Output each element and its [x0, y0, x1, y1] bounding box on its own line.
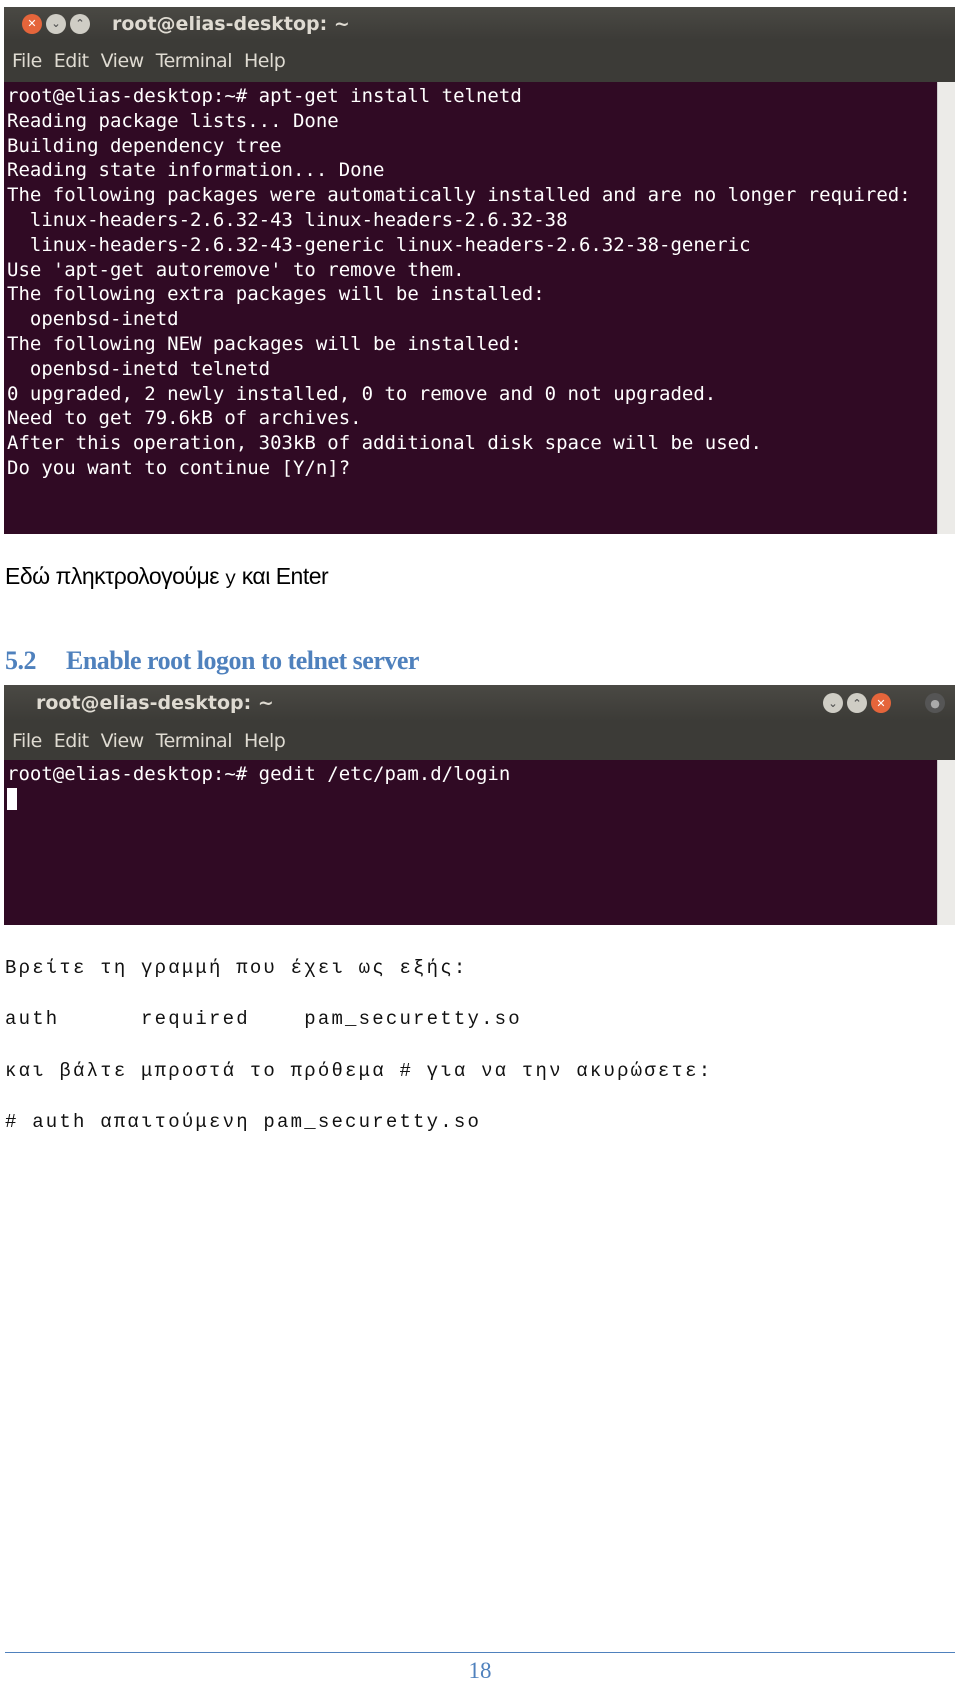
scrollbar[interactable]: [937, 760, 955, 925]
terminal-line: The following packages were automaticall…: [7, 184, 911, 207]
window-title: root@elias-desktop: ~: [112, 12, 350, 35]
terminal-line: Need to get 79.6kB of archives.: [7, 407, 362, 430]
terminal-line: Reading state information... Done: [7, 159, 385, 182]
terminal-line: After this operation, 303kB of additiona…: [7, 432, 762, 455]
terminal-window-2: root@elias-desktop: ~ ⌄ ⌃ ✕ ● File Edit …: [4, 685, 955, 925]
menu-view[interactable]: View: [101, 730, 145, 752]
terminal-line: root@elias-desktop:~# gedit /etc/pam.d/l…: [7, 763, 511, 785]
menu-edit[interactable]: Edit: [54, 50, 89, 72]
paragraph-comment-out: και βάλτε μπροστά το πρόθεμα # για να τη…: [5, 1060, 713, 1082]
key-y: y: [224, 568, 236, 590]
menu-file[interactable]: File: [12, 50, 42, 72]
section-heading: 5.2 Enable root logon to telnet server: [5, 646, 419, 676]
paragraph-find-line: Βρείτε τη γραμμή που έχει ως εξής:: [5, 957, 468, 979]
maximize-icon[interactable]: ⌃: [70, 13, 90, 34]
terminal-line: The following NEW packages will be insta…: [7, 332, 522, 355]
instruction-text: Εδώ πληκτρολογούμε y και Enter: [5, 563, 329, 590]
terminal-output[interactable]: root@elias-desktop:~# apt-get install te…: [4, 82, 955, 534]
maximize-icon[interactable]: ⌃: [847, 693, 867, 713]
terminal-line: linux-headers-2.6.32-43-generic linux-he…: [7, 233, 751, 256]
terminal-output[interactable]: root@elias-desktop:~# gedit /etc/pam.d/l…: [4, 760, 955, 925]
terminal-line: Reading package lists... Done: [7, 109, 339, 132]
menu-edit[interactable]: Edit: [54, 730, 89, 752]
title-bar: ✕ ⌄ ⌃ root@elias-desktop: ~: [4, 7, 955, 40]
close-icon[interactable]: ✕: [871, 693, 891, 713]
code-line-commented: # auth απαιτούμενη pam_securetty.so: [5, 1111, 482, 1133]
terminal-line: Building dependency tree: [7, 134, 282, 157]
scrollbar[interactable]: [937, 82, 955, 534]
text-cursor: [7, 788, 17, 811]
page-number: 18: [468, 1658, 492, 1683]
minimize-icon[interactable]: ⌄: [46, 13, 66, 34]
terminal-line: 0 upgraded, 2 newly installed, 0 to remo…: [7, 382, 717, 405]
menu-terminal[interactable]: Terminal: [156, 50, 233, 72]
heading-title: Enable root logon to telnet server: [66, 646, 419, 675]
terminal-line: Use 'apt-get autoremove' to remove them.: [7, 258, 465, 281]
terminal-line: openbsd-inetd telnetd: [7, 357, 271, 380]
title-bar: root@elias-desktop: ~ ⌄ ⌃ ✕ ●: [4, 685, 955, 721]
terminal-line: openbsd-inetd: [7, 308, 179, 331]
terminal-window-1: ✕ ⌄ ⌃ root@elias-desktop: ~ File Edit Vi…: [4, 7, 955, 534]
menu-view[interactable]: View: [101, 50, 145, 72]
menu-help[interactable]: Help: [244, 50, 286, 72]
code-line-original: auth required pam_securetty.so: [5, 1008, 522, 1030]
footer-divider: [5, 1652, 955, 1653]
instruction-before: Εδώ πληκτρολογούμε: [5, 563, 220, 589]
terminal-line: linux-headers-2.6.32-43 linux-headers-2.…: [7, 208, 568, 231]
instruction-after: και Enter: [241, 563, 329, 589]
menu-help[interactable]: Help: [244, 730, 286, 752]
menu-terminal[interactable]: Terminal: [156, 730, 233, 752]
menu-file[interactable]: File: [12, 730, 42, 752]
terminal-line: The following extra packages will be ins…: [7, 283, 545, 306]
terminal-line: root@elias-desktop:~# apt-get install te…: [7, 85, 522, 107]
indicator-icon: ●: [925, 693, 945, 713]
window-title: root@elias-desktop: ~: [36, 692, 274, 714]
menu-bar: File Edit View Terminal Help: [4, 40, 955, 82]
close-icon[interactable]: ✕: [22, 13, 42, 34]
menu-bar: File Edit View Terminal Help: [4, 721, 955, 760]
heading-number: 5.2: [5, 646, 37, 675]
minimize-icon[interactable]: ⌄: [823, 693, 843, 713]
terminal-line: Do you want to continue [Y/n]?: [7, 456, 351, 479]
